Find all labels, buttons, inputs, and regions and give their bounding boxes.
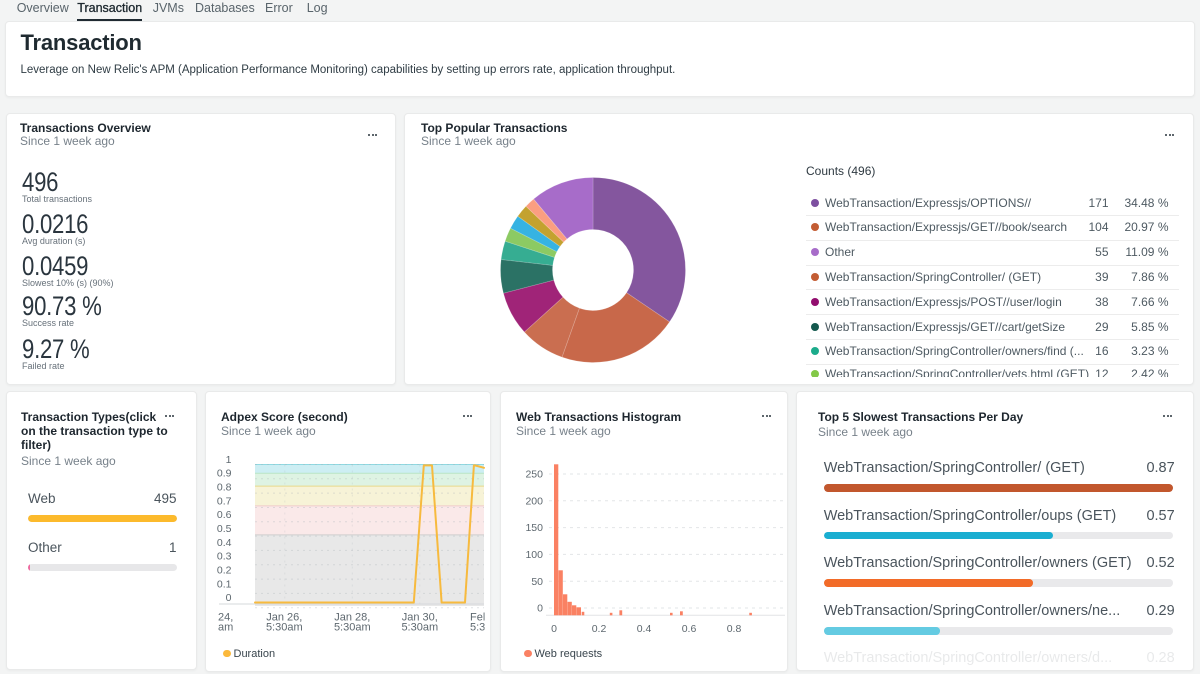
svg-text:0.3: 0.3 <box>217 551 232 563</box>
svg-text:0.4: 0.4 <box>217 537 232 549</box>
svg-text:5:30am: 5:30am <box>266 622 303 634</box>
svg-text:0: 0 <box>226 592 232 604</box>
svg-text:0.9: 0.9 <box>217 468 232 480</box>
svg-text:0.2: 0.2 <box>592 623 607 635</box>
svg-text:0.5: 0.5 <box>217 523 232 535</box>
svg-text:0.6: 0.6 <box>682 623 697 635</box>
svg-text:0.6: 0.6 <box>217 509 232 521</box>
svg-text:150: 150 <box>525 522 543 534</box>
svg-text:0.8: 0.8 <box>217 482 232 494</box>
svg-text:5:30am: 5:30am <box>401 622 438 634</box>
svg-text:50: 50 <box>531 576 543 588</box>
svg-text:0.1: 0.1 <box>217 578 232 590</box>
svg-text:100: 100 <box>525 549 543 561</box>
svg-text:0.2: 0.2 <box>217 564 232 576</box>
svg-text:0.7: 0.7 <box>217 495 232 507</box>
svg-text:1: 1 <box>226 454 232 466</box>
svg-text:5:30am: 5:30am <box>334 622 371 634</box>
svg-text:250: 250 <box>525 469 543 481</box>
svg-text:200: 200 <box>525 495 543 507</box>
svg-text:0.8: 0.8 <box>727 623 742 635</box>
svg-text:0: 0 <box>551 623 557 635</box>
svg-text:0.4: 0.4 <box>637 623 652 635</box>
svg-text:0: 0 <box>537 603 543 615</box>
svg-text:am: am <box>218 622 233 634</box>
svg-text:5:30am: 5:30am <box>470 622 491 634</box>
